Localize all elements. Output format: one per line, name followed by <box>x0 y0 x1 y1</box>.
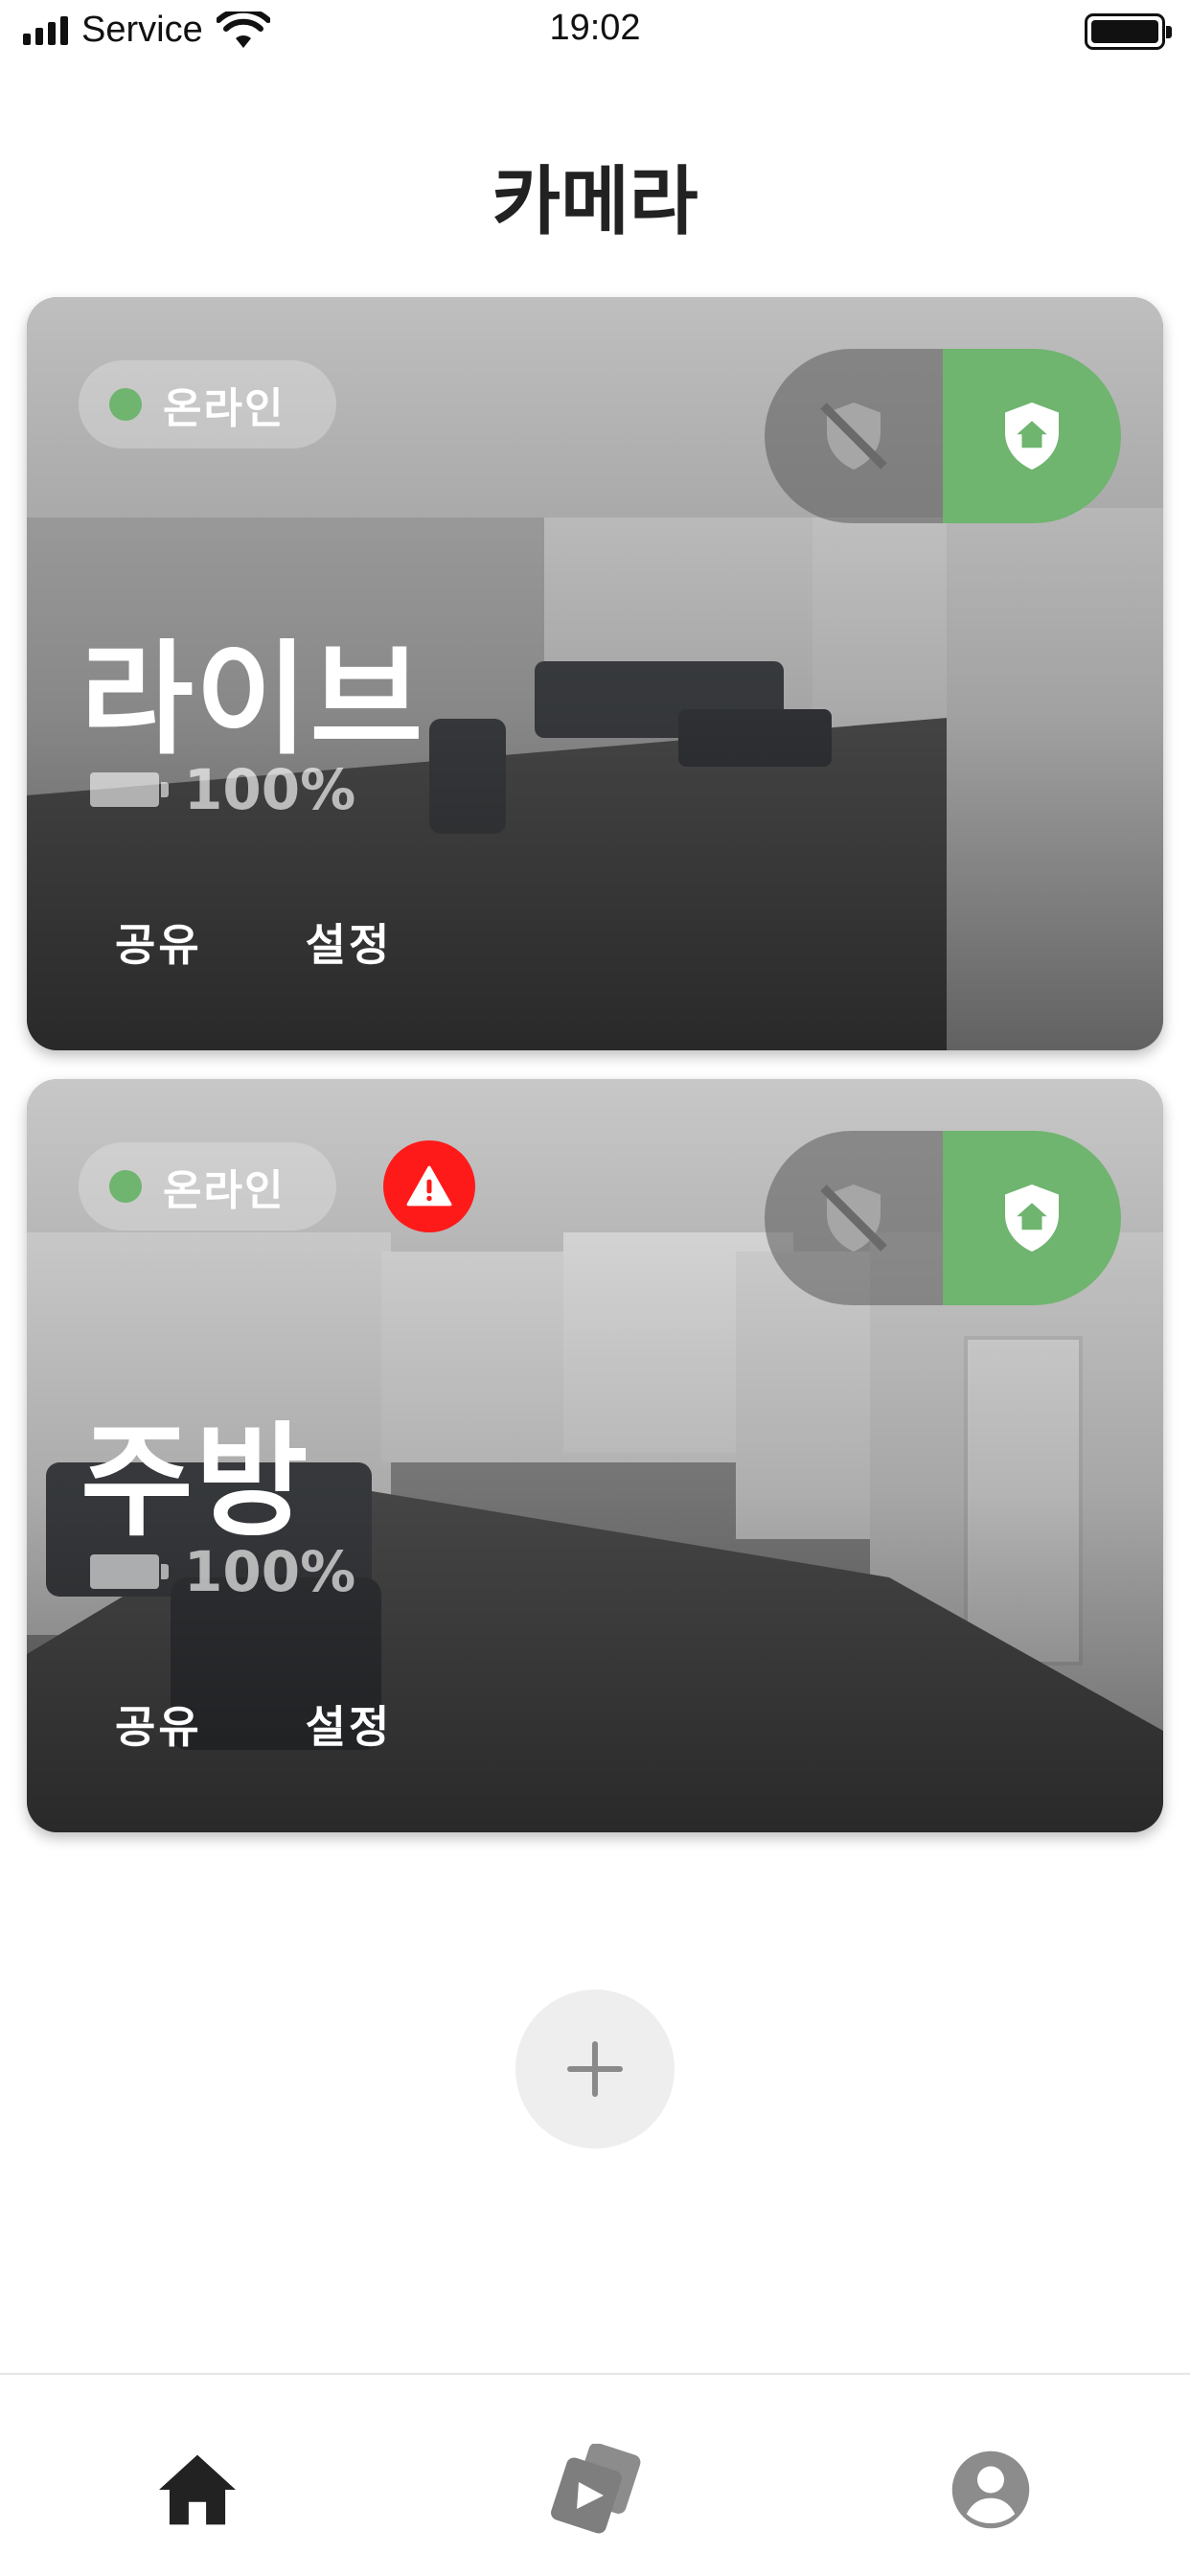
alert-badge[interactable] <box>383 1140 475 1232</box>
share-button[interactable]: 공유 <box>115 910 202 974</box>
camera-card-kitchen[interactable]: 온라인 주방 100% 공유 설정 <box>27 1079 1163 1832</box>
tab-profile[interactable] <box>933 2432 1048 2547</box>
home-icon <box>159 2454 236 2525</box>
battery-row: 100% <box>90 1539 355 1604</box>
mode-off-button[interactable] <box>765 1131 943 1305</box>
shield-home-icon <box>1005 1184 1059 1252</box>
camera-name: 주방 <box>80 1411 310 1553</box>
tab-bar <box>0 2373 1190 2576</box>
mode-home-button[interactable] <box>943 1131 1121 1305</box>
card-actions: 공유 설정 <box>115 910 392 974</box>
shield-off-icon <box>820 402 887 470</box>
plus-icon <box>567 2041 623 2097</box>
status-time: 19:02 <box>549 8 641 48</box>
tab-home[interactable] <box>140 2432 255 2547</box>
page-title: 카메라 <box>492 159 698 245</box>
card-actions: 공유 설정 <box>115 1692 392 1756</box>
camera-card-living[interactable]: 온라인 라이브 100% 공유 설정 <box>27 297 1163 1050</box>
add-camera-button[interactable] <box>515 1990 675 2149</box>
online-dot-icon <box>109 1170 142 1203</box>
mode-home-button[interactable] <box>943 349 1121 523</box>
battery-row: 100% <box>90 757 355 822</box>
battery-full-icon <box>1085 13 1172 50</box>
security-mode-toggle[interactable] <box>765 1131 1121 1305</box>
settings-button[interactable]: 설정 <box>306 1692 393 1756</box>
security-mode-toggle[interactable] <box>765 349 1121 523</box>
battery-icon <box>90 1554 169 1589</box>
battery-level: 100% <box>184 1539 356 1604</box>
shield-off-icon <box>820 1184 887 1252</box>
warning-icon <box>406 1165 452 1207</box>
profile-icon <box>951 2450 1030 2529</box>
online-status-pill: 온라인 <box>79 1142 337 1230</box>
status-label: 온라인 <box>163 384 286 433</box>
shield-home-icon <box>1005 402 1059 470</box>
online-dot-icon <box>109 388 142 421</box>
media-cards-icon <box>551 2444 641 2534</box>
battery-level: 100% <box>184 757 356 822</box>
status-bar: Service 19:02 <box>0 0 1190 63</box>
tab-media[interactable] <box>538 2432 653 2547</box>
status-label: 온라인 <box>163 1166 286 1215</box>
battery-icon <box>90 772 169 807</box>
online-status-pill: 온라인 <box>79 360 337 448</box>
mode-off-button[interactable] <box>765 349 943 523</box>
share-button[interactable]: 공유 <box>115 1692 202 1756</box>
settings-button[interactable]: 설정 <box>306 910 393 974</box>
camera-name: 라이브 <box>80 629 425 771</box>
